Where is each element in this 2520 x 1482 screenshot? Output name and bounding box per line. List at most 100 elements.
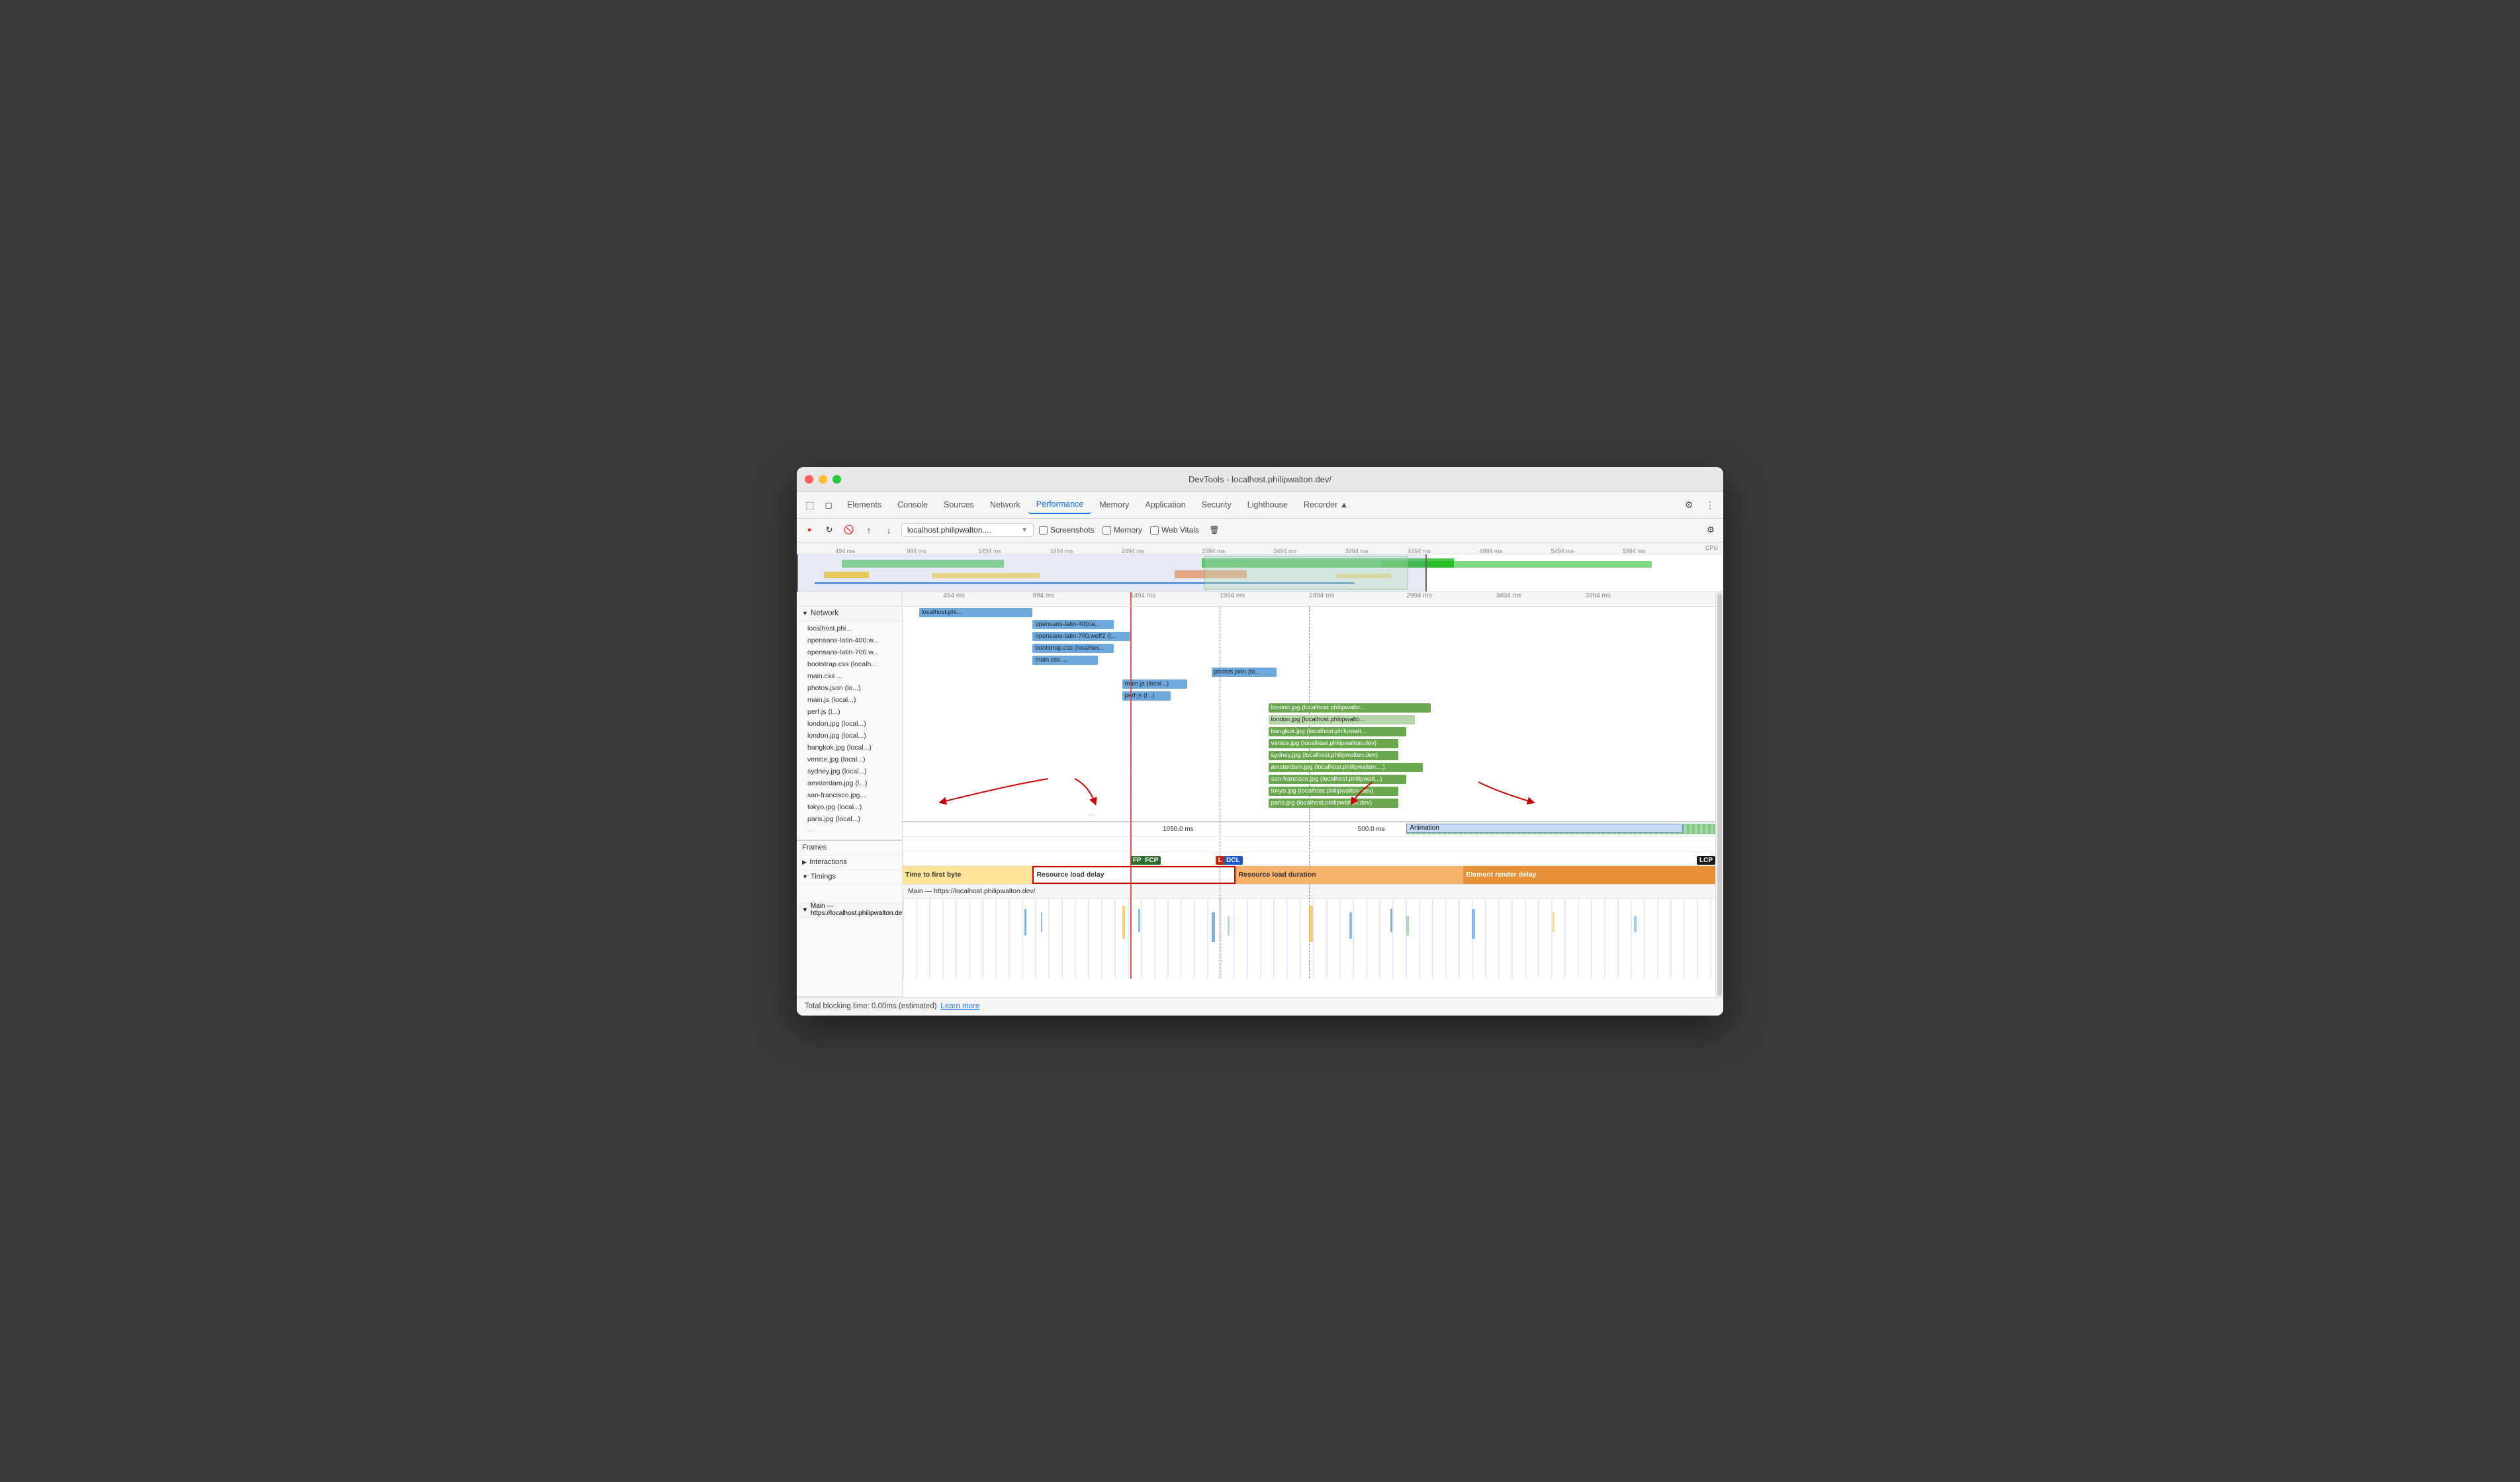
- tick-4494: 4494 ms: [1408, 548, 1431, 554]
- checkbox-group: Screenshots Memory Web Vitals 🗑: [1039, 523, 1222, 537]
- list-item: opensans-latin-700.w...: [797, 646, 902, 658]
- net-row-13: sydney.jpg (localhost.philipwalton.dev): [903, 750, 1715, 762]
- tabs: Elements Console Sources Network Perform…: [839, 496, 1678, 514]
- tab-security[interactable]: Security: [1194, 496, 1239, 513]
- right-panel: 494 ms 994 ms 1494 ms 1994 ms 2494 ms 29…: [903, 592, 1715, 997]
- tab-console[interactable]: Console: [889, 496, 936, 513]
- task-bar-13: [1634, 916, 1637, 932]
- learn-more-link[interactable]: Learn more: [940, 1002, 979, 1010]
- tick-994: 994 ms: [907, 548, 926, 554]
- net-bar-sanfrancisco: san-francisco.jpg (localhost.philipwalt.…: [1269, 775, 1407, 784]
- tick-494: 494 ms: [835, 548, 855, 554]
- titlebar: DevTools - localhost.philipwalton.dev/: [797, 467, 1723, 492]
- list-item: main.js (local...): [797, 694, 902, 706]
- network-items: localhost.phi... opensans-latin-400.w...…: [797, 621, 902, 838]
- ruler-3994: 3994 ms: [1586, 592, 1611, 599]
- tick-1994: 1994 ms: [1050, 548, 1073, 554]
- screenshots-checkbox[interactable]: [1039, 526, 1048, 535]
- rld-band: Resource load delay: [1032, 866, 1236, 884]
- net-row-17: paris.jpg (localhost.philipwalton.dev): [903, 797, 1715, 809]
- trash-icon[interactable]: 🗑: [1207, 523, 1222, 537]
- upload-button[interactable]: ↑: [862, 523, 876, 537]
- reload-button[interactable]: ↻: [822, 523, 836, 537]
- inspect-icon[interactable]: ◻: [821, 497, 836, 513]
- cursor-icon[interactable]: ⬚: [802, 497, 818, 513]
- net-row-11: bangkok.jpg (localhost.philipwalt...: [903, 726, 1715, 738]
- devtools-window: DevTools - localhost.philipwalton.dev/ ⬚…: [797, 467, 1723, 1016]
- tab-recorder[interactable]: Recorder ▲: [1296, 496, 1356, 513]
- clear-button[interactable]: 🚫: [842, 523, 856, 537]
- tab-memory[interactable]: Memory: [1091, 496, 1137, 513]
- ruler-494: 494 ms: [943, 592, 965, 599]
- net-row-12: venice.jpg (localhost.philipwalton.dev): [903, 738, 1715, 750]
- waterfall-area[interactable]: localhost.phi... opensans-latin-400.w...…: [903, 607, 1715, 997]
- timings-row: FP FCP L DCL: [903, 851, 1715, 866]
- net-bar-mainjs: main.js (local...): [1122, 679, 1187, 689]
- tick-3494: 3494 ms: [1274, 548, 1297, 554]
- download-button[interactable]: ↓: [881, 523, 896, 537]
- scrollbar[interactable]: [1715, 592, 1723, 997]
- minimize-button[interactable]: [819, 475, 827, 484]
- red-vline: [1130, 607, 1132, 979]
- tab-application[interactable]: Application: [1137, 496, 1193, 513]
- web-vitals-checkbox[interactable]: [1150, 526, 1159, 535]
- net-row-4: bootstrap.css (localhos...: [903, 642, 1715, 654]
- list-item: sydney.jpg (local...): [797, 765, 902, 777]
- tab-sources[interactable]: Sources: [936, 496, 982, 513]
- tick-4994: 4994 ms: [1480, 548, 1503, 554]
- left-panel: ▼ Network localhost.phi... opensans-lati…: [797, 592, 903, 997]
- more-icon[interactable]: ⋮: [1702, 497, 1718, 513]
- net-bar-paris: paris.jpg (localhost.philipwalton.dev): [1269, 799, 1398, 808]
- maximize-button[interactable]: [832, 475, 841, 484]
- web-vitals-checkbox-label[interactable]: Web Vitals: [1150, 525, 1199, 535]
- settings-icon[interactable]: ⚙: [1681, 497, 1697, 513]
- task-bar-9: [1390, 909, 1392, 932]
- net-row-10: london.jpg (localhost.philipwalto...: [903, 714, 1715, 726]
- status-text: Total blocking time: 0.00ms (estimated): [805, 1002, 936, 1010]
- list-item: london.jpg (local...): [797, 718, 902, 730]
- network-section-header[interactable]: ▼ Network: [797, 607, 902, 621]
- tab-network[interactable]: Network: [982, 496, 1028, 513]
- interactions-triangle[interactable]: ▶: [802, 859, 807, 866]
- list-item: amsterdam.jpg (l...): [797, 777, 902, 789]
- net-bar-opensans700: opensans-latin-700.woff2 (l...: [1032, 632, 1130, 641]
- list-item: photos.json (lo...): [797, 682, 902, 694]
- controls-bar: ● ↻ 🚫 ↑ ↓ localhost.philipwalton.... ▼ S…: [797, 519, 1723, 543]
- ruler-2494: 2494 ms: [1309, 592, 1334, 599]
- memory-checkbox[interactable]: [1102, 526, 1111, 535]
- main-triangle[interactable]: ▼: [802, 906, 808, 913]
- net-row-5: main.css ...: [903, 654, 1715, 666]
- main-vis: [903, 899, 1715, 979]
- timeline-overview[interactable]: 494 ms 994 ms 1494 ms 1994 ms 2494 ms 29…: [797, 543, 1723, 592]
- list-item: venice.jpg (local...): [797, 754, 902, 765]
- task-bar-6: [1228, 916, 1230, 936]
- task-bar-3: [1122, 906, 1125, 939]
- ruler-994: 994 ms: [1032, 592, 1054, 599]
- tab-elements[interactable]: Elements: [839, 496, 889, 513]
- tick-2994: 2994 ms: [1202, 548, 1225, 554]
- net-row-9: london.jpg (localhost.philipwalto...: [903, 702, 1715, 714]
- tab-lighthouse[interactable]: Lighthouse: [1239, 496, 1296, 513]
- tick-2494: 2494 ms: [1122, 548, 1145, 554]
- timeline-ruler: 494 ms 994 ms 1494 ms 1994 ms 2494 ms 29…: [903, 592, 1715, 607]
- tick-5494: 5494 ms: [1551, 548, 1574, 554]
- url-dropdown-arrow[interactable]: ▼: [1021, 527, 1028, 534]
- scrollbar-thumb[interactable]: [1717, 593, 1722, 996]
- close-button[interactable]: [805, 475, 813, 484]
- task-bar-4: [1138, 909, 1140, 932]
- timings-label: ▼ Timings: [797, 870, 903, 885]
- screenshots-checkbox-label[interactable]: Screenshots: [1039, 525, 1095, 535]
- net-row-15: san-francisco.jpg (localhost.philipwalt.…: [903, 773, 1715, 785]
- network-label: Network: [811, 609, 838, 617]
- tab-performance[interactable]: Performance: [1028, 496, 1092, 514]
- url-field[interactable]: localhost.philipwalton.... ▼: [901, 523, 1034, 537]
- record-button[interactable]: ●: [802, 523, 817, 537]
- memory-checkbox-label[interactable]: Memory: [1102, 525, 1142, 535]
- list-item: paris.jpg (local...): [797, 813, 902, 825]
- list-item: london.jpg (local...): [797, 730, 902, 742]
- tick-1494: 1494 ms: [978, 548, 1001, 554]
- timings-triangle[interactable]: ▼: [802, 873, 808, 880]
- list-item: opensans-latin-400.w...: [797, 634, 902, 646]
- tick-3994: 3994 ms: [1345, 548, 1369, 554]
- capture-settings-icon[interactable]: ⚙: [1703, 523, 1718, 537]
